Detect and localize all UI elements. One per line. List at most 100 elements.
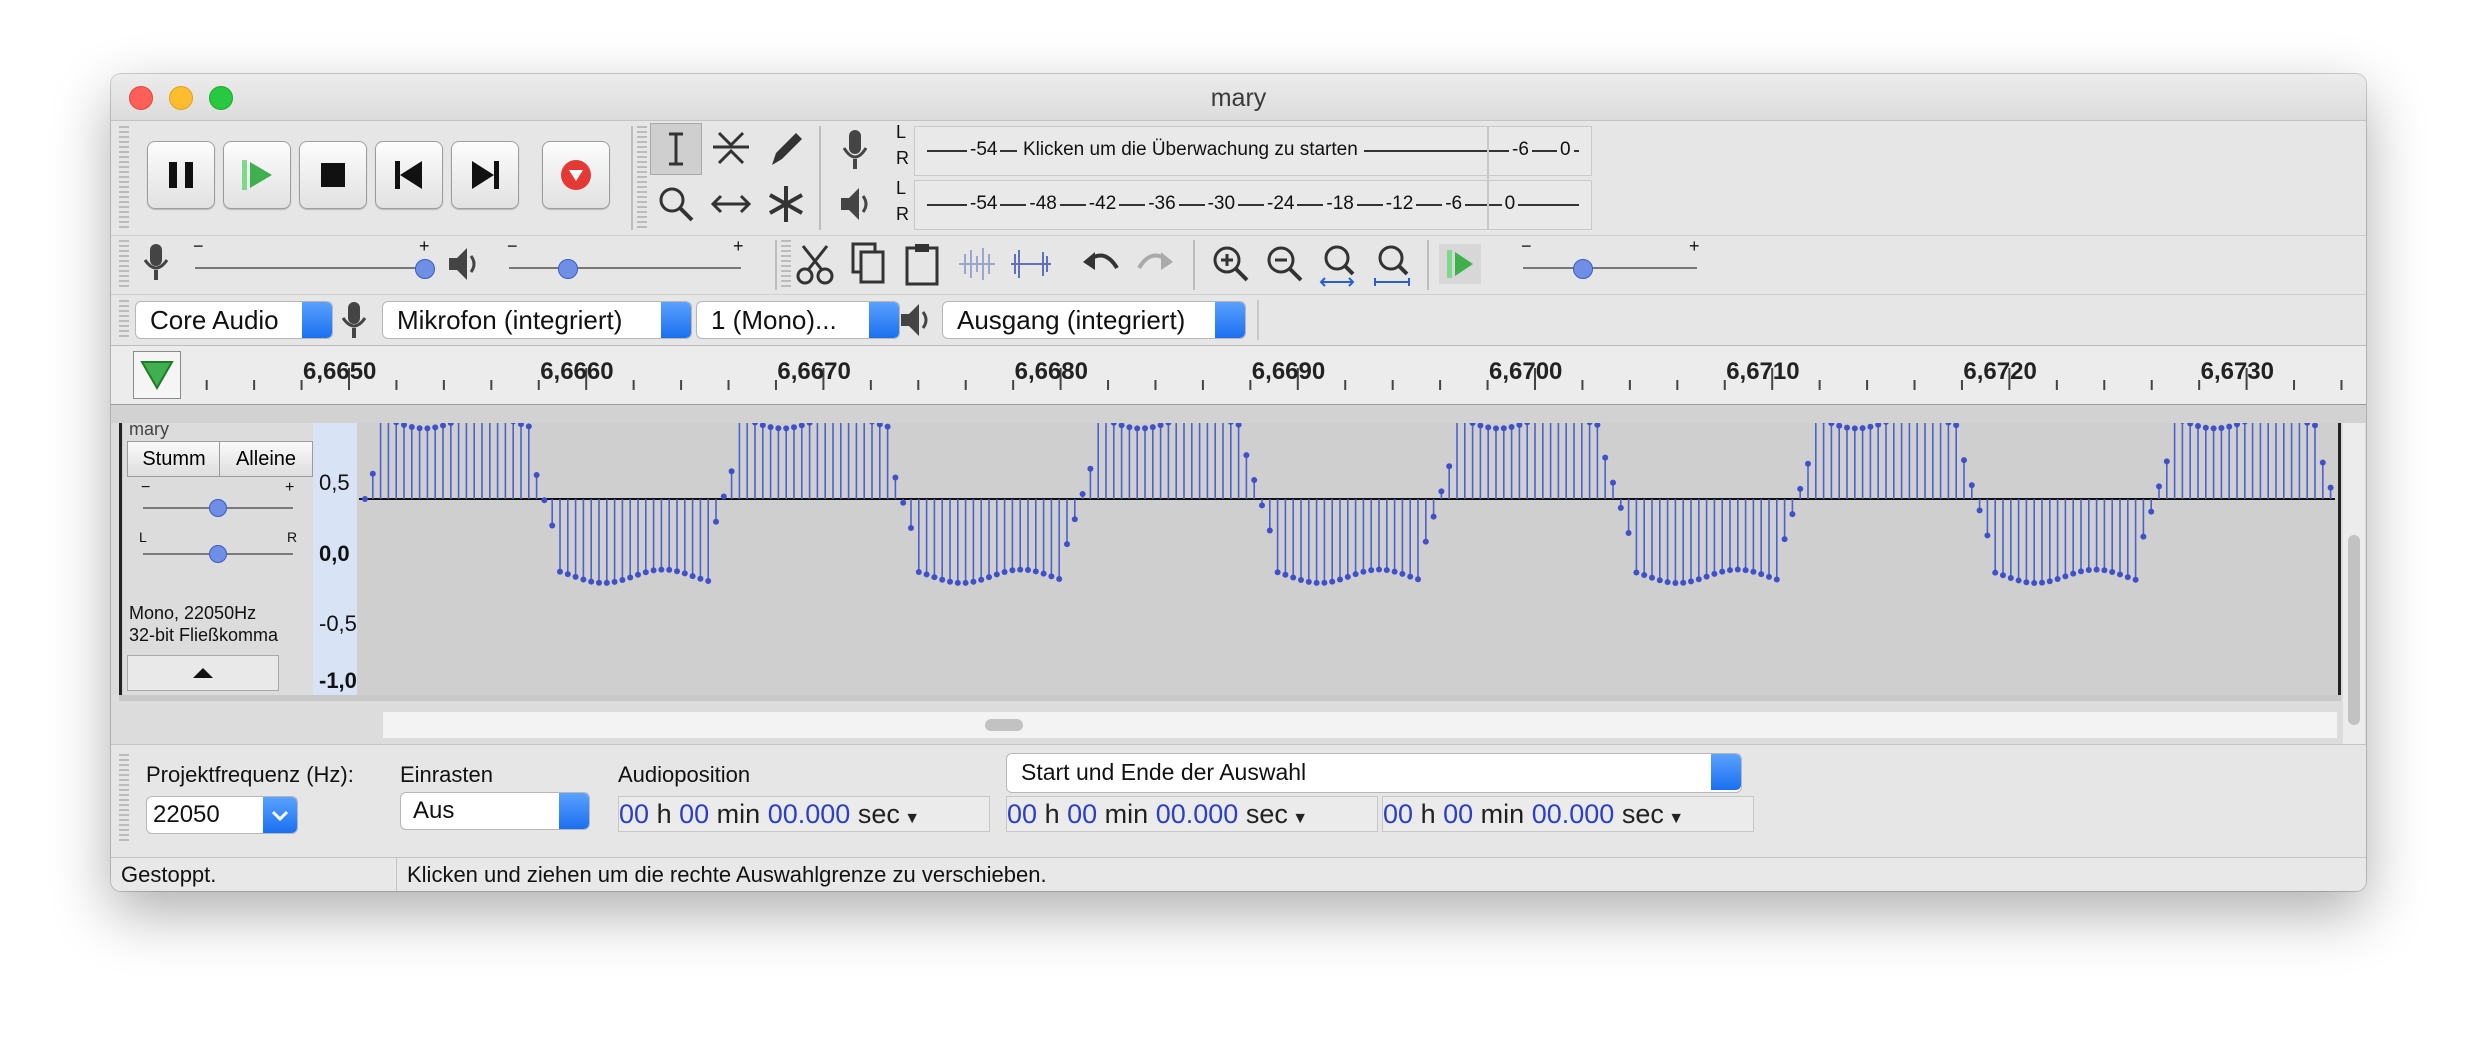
sample-point bbox=[580, 576, 587, 583]
sample-point bbox=[1992, 569, 1999, 576]
skip-start-icon bbox=[395, 161, 422, 189]
ruler-label: 6,6700 bbox=[1489, 358, 1563, 385]
sample-point bbox=[518, 423, 524, 428]
horizontal-scrollbar[interactable] bbox=[383, 712, 2337, 738]
collapse-track-button[interactable] bbox=[127, 655, 279, 691]
sample-point bbox=[689, 573, 696, 580]
ruler-label: 6,6680 bbox=[1014, 358, 1088, 385]
chevron-updown-icon bbox=[302, 302, 332, 338]
sample-point bbox=[728, 468, 735, 475]
input-channels-select[interactable]: 1 (Mono)... bbox=[696, 301, 900, 339]
sample-point bbox=[572, 573, 579, 580]
hours-value: 00 bbox=[1007, 799, 1038, 829]
sample-point bbox=[1071, 516, 1078, 523]
pencil-icon bbox=[772, 133, 802, 165]
microphone-icon[interactable] bbox=[839, 126, 871, 174]
sample-point bbox=[635, 571, 641, 578]
mute-button[interactable]: Stumm bbox=[127, 441, 221, 477]
redo-button[interactable] bbox=[1129, 238, 1181, 290]
undo-button[interactable] bbox=[1075, 238, 1127, 290]
project-rate-select[interactable]: 22050 bbox=[146, 796, 298, 834]
selection-toolbar-grip[interactable] bbox=[119, 754, 129, 844]
zoom-in-button[interactable] bbox=[1205, 238, 1257, 290]
track-name[interactable]: mary bbox=[129, 419, 169, 440]
transport-toolbar-grip[interactable] bbox=[119, 126, 129, 230]
selection-mode-select[interactable]: Start und Ende der Auswahl bbox=[1006, 753, 1742, 793]
audio-position-time[interactable]: 00 h 00 min 00.000 sec ▼ bbox=[618, 796, 990, 832]
device-toolbar-grip[interactable] bbox=[119, 300, 129, 340]
sample-point bbox=[2054, 576, 2061, 583]
gain-minus: − bbox=[141, 479, 151, 496]
pause-button[interactable] bbox=[147, 141, 215, 209]
sample-point bbox=[970, 578, 977, 585]
play-at-speed-button[interactable] bbox=[1435, 240, 1485, 288]
playback-meter[interactable]: -54 -48 -42 -36 -30 -24 -18 -12 -6 0 bbox=[914, 180, 1592, 230]
sample-point bbox=[2046, 578, 2053, 585]
sample-point bbox=[1344, 573, 1351, 580]
time-shift-tool-button[interactable] bbox=[705, 178, 757, 230]
sample-point bbox=[1438, 488, 1445, 495]
input-device-select[interactable]: Mikrofon (integriert) bbox=[382, 301, 692, 339]
trim-audio-button[interactable] bbox=[951, 238, 1003, 290]
tools-toolbar-grip[interactable] bbox=[637, 126, 647, 230]
sample-point bbox=[1399, 570, 1406, 577]
silence-audio-button[interactable] bbox=[1005, 238, 1057, 290]
sample-point bbox=[775, 425, 782, 432]
minutes-value: 00 bbox=[1443, 799, 1474, 829]
solo-button[interactable]: Alleine bbox=[219, 441, 313, 477]
record-button[interactable] bbox=[542, 141, 610, 209]
selection-end-time[interactable]: 00 h 00 min 00.000 sec ▼ bbox=[1382, 796, 1754, 832]
pan-slider[interactable] bbox=[209, 545, 227, 563]
waveform[interactable] bbox=[359, 423, 2335, 695]
output-device-select[interactable]: Ausgang (integriert) bbox=[942, 301, 1246, 339]
horizontal-scroll-thumb[interactable] bbox=[985, 719, 1023, 731]
sample-point bbox=[1633, 569, 1640, 576]
audio-host-select[interactable]: Core Audio bbox=[135, 301, 333, 339]
play-speed-slider[interactable] bbox=[1573, 259, 1593, 279]
fit-selection-button[interactable] bbox=[1313, 238, 1365, 290]
time-format-menu-icon[interactable]: ▼ bbox=[1288, 810, 1308, 827]
skip-to-end-button[interactable] bbox=[451, 141, 519, 209]
gain-slider[interactable] bbox=[209, 499, 227, 517]
sample-point bbox=[2062, 573, 2069, 580]
cut-button[interactable] bbox=[789, 238, 841, 290]
vertical-scroll-thumb[interactable] bbox=[2348, 535, 2360, 725]
sample-point bbox=[1867, 423, 1874, 430]
sample-point bbox=[2117, 571, 2123, 578]
selection-tool-button[interactable] bbox=[650, 123, 702, 175]
draw-tool-button[interactable] bbox=[760, 123, 812, 175]
record-volume-slider[interactable] bbox=[415, 259, 435, 279]
paste-button[interactable] bbox=[897, 238, 949, 290]
snap-select[interactable]: Aus bbox=[400, 792, 590, 830]
time-format-menu-icon[interactable]: ▼ bbox=[900, 810, 920, 827]
sample-point bbox=[1313, 579, 1320, 586]
sample-point bbox=[1508, 423, 1515, 430]
chevron-updown-icon bbox=[661, 302, 691, 338]
sample-point bbox=[1251, 477, 1258, 484]
playback-volume-slider[interactable] bbox=[558, 259, 578, 279]
selection-start-time[interactable]: 00 h 00 min 00.000 sec ▼ bbox=[1006, 796, 1378, 832]
stop-button[interactable] bbox=[299, 141, 367, 209]
sample-point bbox=[783, 425, 790, 432]
hours-unit: h bbox=[656, 799, 672, 829]
sample-point bbox=[1282, 571, 1289, 578]
recording-meter[interactable]: -54 Klicken um die Überwachung zu starte… bbox=[914, 126, 1592, 176]
sample-point bbox=[2218, 425, 2225, 432]
multi-tool-button[interactable] bbox=[760, 178, 812, 230]
fit-project-button[interactable] bbox=[1367, 238, 1419, 290]
envelope-tool-button[interactable] bbox=[705, 123, 757, 175]
zoom-tool-button[interactable] bbox=[650, 178, 702, 230]
zoom-out-button[interactable] bbox=[1259, 238, 1311, 290]
speaker-icon[interactable] bbox=[837, 180, 873, 228]
copy-button[interactable] bbox=[843, 238, 895, 290]
mixer-toolbar-grip[interactable] bbox=[119, 240, 129, 290]
sample-point bbox=[2180, 423, 2185, 424]
time-format-menu-icon[interactable]: ▼ bbox=[1664, 810, 1684, 827]
play-button[interactable] bbox=[223, 141, 291, 209]
sample-point bbox=[401, 423, 407, 428]
monitoring-prompt[interactable]: Klicken um die Überwachung zu starten bbox=[1017, 139, 1364, 161]
vertical-scrollbar[interactable] bbox=[2343, 423, 2365, 781]
sample-point bbox=[1836, 423, 1843, 429]
sample-point bbox=[424, 425, 431, 432]
skip-to-start-button[interactable] bbox=[375, 141, 443, 209]
